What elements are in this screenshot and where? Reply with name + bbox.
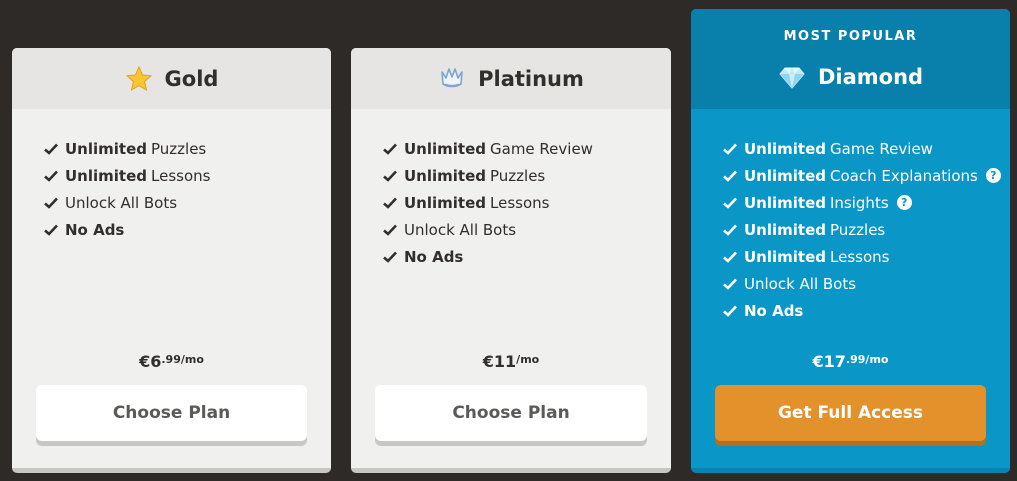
list-item: Unlimited Game Review: [383, 135, 593, 162]
feature-bold: Unlimited: [744, 193, 826, 212]
feature-list: Unlimited Game Review Unlimited Puzzles …: [383, 135, 593, 270]
feature-list: Unlimited Game Review Unlimited Coach Ex…: [723, 135, 1001, 324]
plan-card-gold: Gold Unlimited Puzzles Unlimited Lessons…: [12, 48, 331, 473]
list-item: No Ads: [723, 297, 1001, 324]
check-icon: [383, 143, 397, 155]
list-item: No Ads: [383, 243, 593, 270]
check-icon: [383, 251, 397, 263]
price-main: €17: [812, 352, 846, 371]
plan-header: Gold: [12, 48, 331, 109]
check-icon: [383, 224, 397, 236]
crown-icon: [441, 67, 463, 87]
feature-bold: Unlimited: [404, 139, 486, 158]
price-main: €11: [482, 352, 517, 371]
feature-text: Puzzles: [151, 139, 207, 158]
feature-text: Unlock All Bots: [744, 274, 857, 293]
star-icon: [125, 65, 152, 91]
list-item: Unlock All Bots: [383, 216, 593, 243]
feature-text: Game Review: [830, 139, 933, 158]
feature-bold: No Ads: [744, 301, 804, 320]
plan-name: Diamond: [817, 65, 924, 89]
list-item: Unlock All Bots: [723, 270, 1001, 297]
feature-text: Game Review: [490, 139, 593, 158]
plan-price: €17.99/mo: [691, 352, 1010, 371]
choose-plan-button[interactable]: Choose Plan: [375, 385, 647, 441]
feature-bold: Unlimited: [744, 166, 826, 185]
plan-card-platinum: Platinum Unlimited Game Review Unlimited…: [351, 48, 671, 473]
list-item: No Ads: [44, 216, 210, 243]
check-icon: [723, 278, 737, 290]
feature-text: Unlock All Bots: [404, 220, 517, 239]
diamond-icon: [779, 67, 805, 89]
plan-card-diamond: MOST POPULAR Diamond Unlimited Game Revi…: [691, 9, 1010, 473]
feature-text: Unlock All Bots: [65, 193, 178, 212]
list-item: Unlimited Game Review: [723, 135, 1001, 162]
check-icon: [723, 170, 737, 182]
check-icon: [44, 170, 58, 182]
choose-plan-button[interactable]: Choose Plan: [36, 385, 307, 441]
help-icon[interactable]: ?: [896, 195, 912, 210]
plan-name: Gold: [164, 66, 219, 91]
check-icon: [723, 305, 737, 317]
check-icon: [44, 224, 58, 236]
check-icon: [723, 251, 737, 263]
price-cents: .99/mo: [845, 353, 889, 366]
list-item: Unlimited Lessons: [44, 162, 210, 189]
feature-bold: No Ads: [65, 220, 125, 239]
feature-bold: Unlimited: [404, 193, 486, 212]
check-icon: [44, 197, 58, 209]
feature-bold: Unlimited: [65, 139, 147, 158]
list-item: Unlimited Puzzles: [44, 135, 210, 162]
feature-bold: Unlimited: [744, 220, 826, 239]
price-cents: .99/mo: [161, 353, 204, 366]
check-icon: [383, 170, 397, 182]
check-icon: [44, 143, 58, 155]
feature-text: Lessons: [151, 166, 211, 185]
check-icon: [723, 143, 737, 155]
plan-header: Platinum: [351, 48, 671, 109]
feature-bold: No Ads: [404, 247, 464, 266]
list-item: Unlimited Lessons: [723, 243, 1001, 270]
feature-list: Unlimited Puzzles Unlimited Lessons Unlo…: [44, 135, 210, 243]
plan-price: €6.99/mo: [12, 352, 331, 371]
list-item: Unlimited Insights ?: [723, 189, 1001, 216]
feature-text: Coach Explanations: [830, 166, 978, 185]
feature-text: Insights: [830, 193, 889, 212]
list-item: Unlimited Lessons: [383, 189, 593, 216]
price-cents: /mo: [516, 353, 540, 366]
help-icon[interactable]: ?: [985, 168, 1001, 183]
feature-bold: Unlimited: [65, 166, 147, 185]
list-item: Unlimited Puzzles: [723, 216, 1001, 243]
feature-text: Lessons: [830, 247, 890, 266]
check-icon: [723, 224, 737, 236]
check-icon: [383, 197, 397, 209]
list-item: Unlimited Puzzles: [383, 162, 593, 189]
price-main: €6: [139, 352, 162, 371]
feature-bold: Unlimited: [744, 247, 826, 266]
plan-price: €11/mo: [351, 352, 671, 371]
get-full-access-button[interactable]: Get Full Access: [715, 385, 986, 441]
feature-text: Lessons: [490, 193, 550, 212]
check-icon: [723, 197, 737, 209]
most-popular-badge: MOST POPULAR: [783, 29, 918, 44]
plan-name: Platinum: [478, 66, 584, 91]
feature-bold: Unlimited: [744, 139, 826, 158]
list-item: Unlimited Coach Explanations ?: [723, 162, 1001, 189]
feature-text: Puzzles: [490, 166, 546, 185]
feature-text: Puzzles: [830, 220, 886, 239]
plan-header: MOST POPULAR Diamond: [691, 9, 1010, 109]
list-item: Unlock All Bots: [44, 189, 210, 216]
feature-bold: Unlimited: [404, 166, 486, 185]
